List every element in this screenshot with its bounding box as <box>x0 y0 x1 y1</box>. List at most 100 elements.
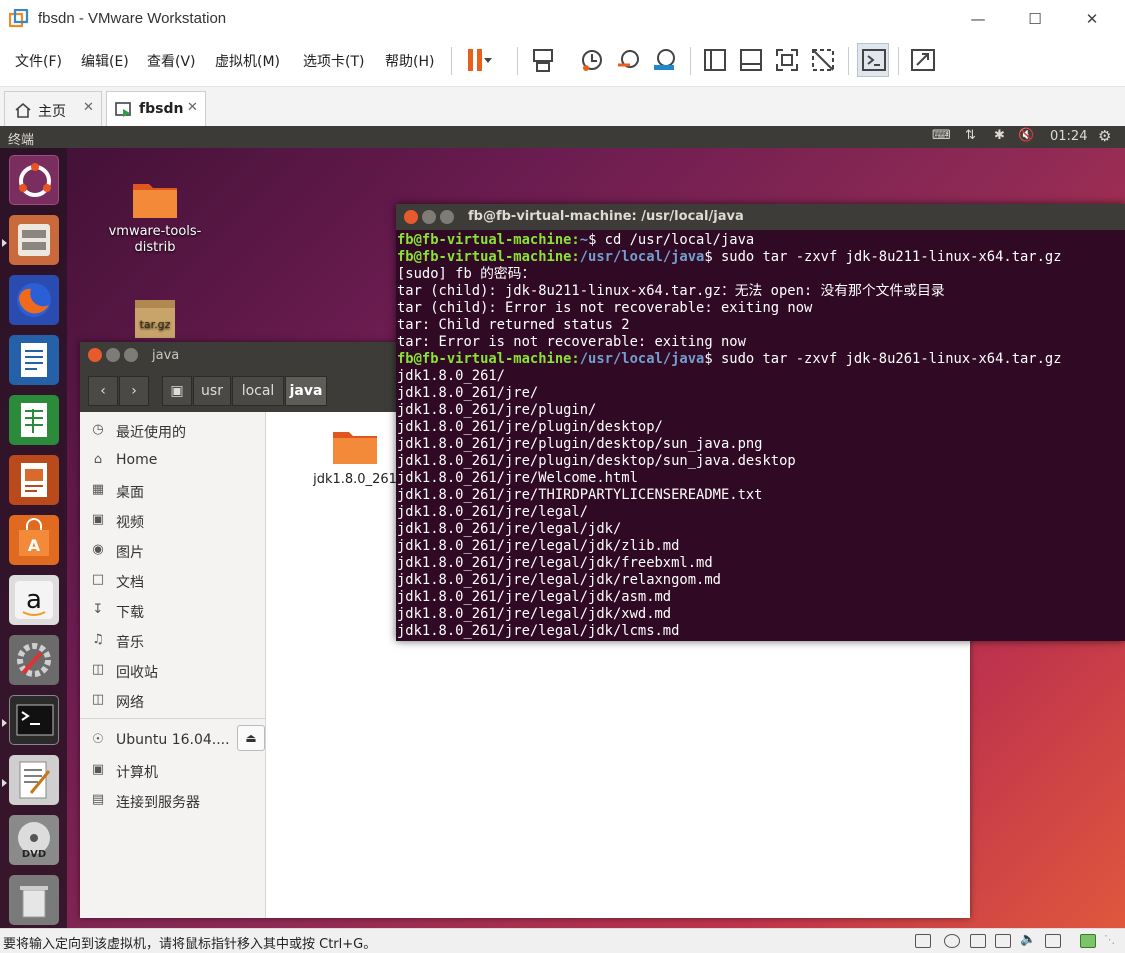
menu-tabs[interactable]: 选项卡(T) <box>303 51 364 71</box>
sidebar-item-home[interactable]: ⌂ Home <box>90 450 260 474</box>
cd-dvd-icon[interactable] <box>944 934 960 948</box>
clock[interactable]: 01:24 <box>1050 129 1087 144</box>
firefox-launcher[interactable] <box>9 275 59 325</box>
terminal-window[interactable]: fb@fb-virtual-machine: /usr/local/java f… <box>396 204 1125 641</box>
software-center-launcher[interactable]: A <box>9 515 59 565</box>
menu-vm[interactable]: 虚拟机(M) <box>215 51 280 71</box>
network-adapter-icon[interactable] <box>970 934 986 948</box>
window-maximize-button[interactable] <box>440 210 454 224</box>
close-icon[interactable]: ✕ <box>83 100 94 115</box>
breadcrumb-local[interactable]: local <box>232 376 284 406</box>
terminal-line: jdk1.8.0_261/jre/plugin/desktop/sun_java… <box>397 453 796 469</box>
impress-launcher[interactable] <box>9 455 59 505</box>
close-button[interactable]: ✕ <box>1069 6 1115 32</box>
dash-button[interactable] <box>9 155 59 205</box>
unity-mode-icon[interactable] <box>808 45 838 75</box>
sidebar-item-label: 音乐 <box>116 635 144 651</box>
sidebar-item-trash[interactable]: ◫ 回收站 <box>90 660 260 684</box>
sidebar-item-ubuntu-disc[interactable]: ☉ Ubuntu 16.04.... <box>90 730 260 754</box>
window-minimize-button[interactable] <box>422 210 436 224</box>
writer-launcher[interactable] <box>9 335 59 385</box>
sidebar-item-downloads[interactable]: ↧ 下载 <box>90 600 260 624</box>
minimize-button[interactable]: — <box>955 6 1001 32</box>
files-launcher[interactable] <box>9 215 59 265</box>
settings-launcher[interactable] <box>9 635 59 685</box>
back-button[interactable]: ‹ <box>88 376 118 406</box>
sidebar-item-label: Ubuntu 16.04.... <box>116 732 230 748</box>
sidebar-item-connect-server[interactable]: ▤ 连接到服务器 <box>90 790 260 814</box>
sidebar-item-label: 回收站 <box>116 665 158 681</box>
revert-snapshot-icon[interactable] <box>614 45 644 75</box>
title-bar: fbsdn - VMware Workstation — ☐ ✕ <box>0 0 1125 38</box>
terminal-line: jdk1.8.0_261/jre/ <box>397 385 539 401</box>
printer-icon[interactable] <box>995 934 1011 948</box>
tab-fbsdn[interactable]: fbsdn ✕ <box>106 91 206 127</box>
calc-launcher[interactable] <box>9 395 59 445</box>
music-icon: ♫ <box>92 632 104 647</box>
thumbnail-bar-icon[interactable] <box>736 45 766 75</box>
sidebar-item-computer[interactable]: ▣ 计算机 <box>90 760 260 784</box>
sidebar-item-music[interactable]: ♫ 音乐 <box>90 630 260 654</box>
message-log-icon[interactable] <box>1080 934 1096 948</box>
sidebar-item-desktop[interactable]: ▦ 桌面 <box>90 480 260 504</box>
breadcrumb-java[interactable]: java <box>285 376 327 406</box>
window-close-button[interactable] <box>404 210 418 224</box>
show-library-icon[interactable] <box>700 45 730 75</box>
window-minimize-button[interactable] <box>106 348 120 362</box>
sidebar-item-documents[interactable]: □ 文档 <box>90 570 260 594</box>
camera-icon: ◉ <box>92 542 104 557</box>
snapshot-icon[interactable] <box>578 45 608 75</box>
hard-disk-icon[interactable] <box>915 934 931 948</box>
amazon-launcher[interactable]: a <box>9 575 59 625</box>
toggle-location-button[interactable]: ▣ <box>162 376 192 406</box>
desktop-icon-tarball[interactable]: tar.gz <box>95 296 215 344</box>
stretch-guest-icon[interactable] <box>908 45 938 75</box>
toolbar-separator <box>848 47 849 75</box>
maximize-button[interactable]: ☐ <box>1012 6 1058 32</box>
vm-console[interactable]: 终端 ⌨ ⇅ ✱ 🔇 01:24 ⚙ A a DVD vmware-tools-… <box>0 126 1125 928</box>
breadcrumb-usr[interactable]: usr <box>193 376 231 406</box>
close-icon[interactable]: ✕ <box>187 100 198 115</box>
menu-help[interactable]: 帮助(H) <box>385 51 434 71</box>
volume-muted-icon[interactable]: 🔇 <box>1018 128 1034 143</box>
terminal-launcher[interactable] <box>9 695 59 745</box>
trash-icon <box>20 886 48 918</box>
terminal-output[interactable]: fb@fb-virtual-machine:~$ cd /usr/local/j… <box>396 232 1125 641</box>
desktop-icon-vmware-tools[interactable]: vmware-tools- distrib <box>95 176 215 256</box>
sidebar-item-pictures[interactable]: ◉ 图片 <box>90 540 260 564</box>
folder-icon: ▦ <box>91 482 105 497</box>
trash-launcher[interactable] <box>9 875 59 925</box>
window-maximize-button[interactable] <box>124 348 138 362</box>
sidebar-item-network[interactable]: ◫ 网络 <box>90 690 260 714</box>
toolbar-separator <box>451 47 452 75</box>
text-editor-launcher[interactable] <box>9 755 59 805</box>
sidebar-item-recent[interactable]: ◷ 最近使用的 <box>90 420 260 444</box>
window-close-button[interactable] <box>88 348 102 362</box>
snapshot-manager-icon[interactable] <box>650 45 680 75</box>
bluetooth-icon[interactable]: ✱ <box>994 128 1005 143</box>
svg-text:a: a <box>26 585 42 615</box>
gear-icon[interactable]: ⚙ <box>1098 127 1111 145</box>
menu-file[interactable]: 文件(F) <box>15 51 62 71</box>
send-ctrl-alt-del-icon[interactable] <box>529 45 559 75</box>
dvd-launcher[interactable]: DVD <box>9 815 59 865</box>
display-icon[interactable] <box>1045 934 1061 948</box>
menu-edit[interactable]: 编辑(E) <box>81 51 129 71</box>
pause-icon[interactable] <box>462 45 492 75</box>
file-item[interactable]: jdk1.8.0_261 <box>310 426 400 487</box>
network-updown-icon[interactable]: ⇅ <box>965 128 976 143</box>
keyboard-icon[interactable]: ⌨ <box>932 128 951 143</box>
terminal-line: tar (child): Error is not recoverable: e… <box>397 300 813 316</box>
menu-view[interactable]: 查看(V) <box>147 51 196 71</box>
sidebar-item-videos[interactable]: ▣ 视频 <box>90 510 260 534</box>
terminal-line: jdk1.8.0_261/jre/THIRDPARTYLICENSEREADME… <box>397 487 763 503</box>
console-view-icon[interactable] <box>859 45 889 75</box>
tab-home[interactable]: 主页 ✕ <box>4 91 102 127</box>
sound-card-icon[interactable]: 🔈 <box>1020 932 1036 947</box>
terminal-line: jdk1.8.0_261/jre/plugin/desktop/sun_java… <box>397 436 763 452</box>
full-screen-icon[interactable] <box>772 45 802 75</box>
computer-icon: ▣ <box>91 762 105 777</box>
eject-button[interactable]: ⏏ <box>237 725 265 751</box>
home-icon: ⌂ <box>93 452 103 467</box>
forward-button[interactable]: › <box>119 376 149 406</box>
